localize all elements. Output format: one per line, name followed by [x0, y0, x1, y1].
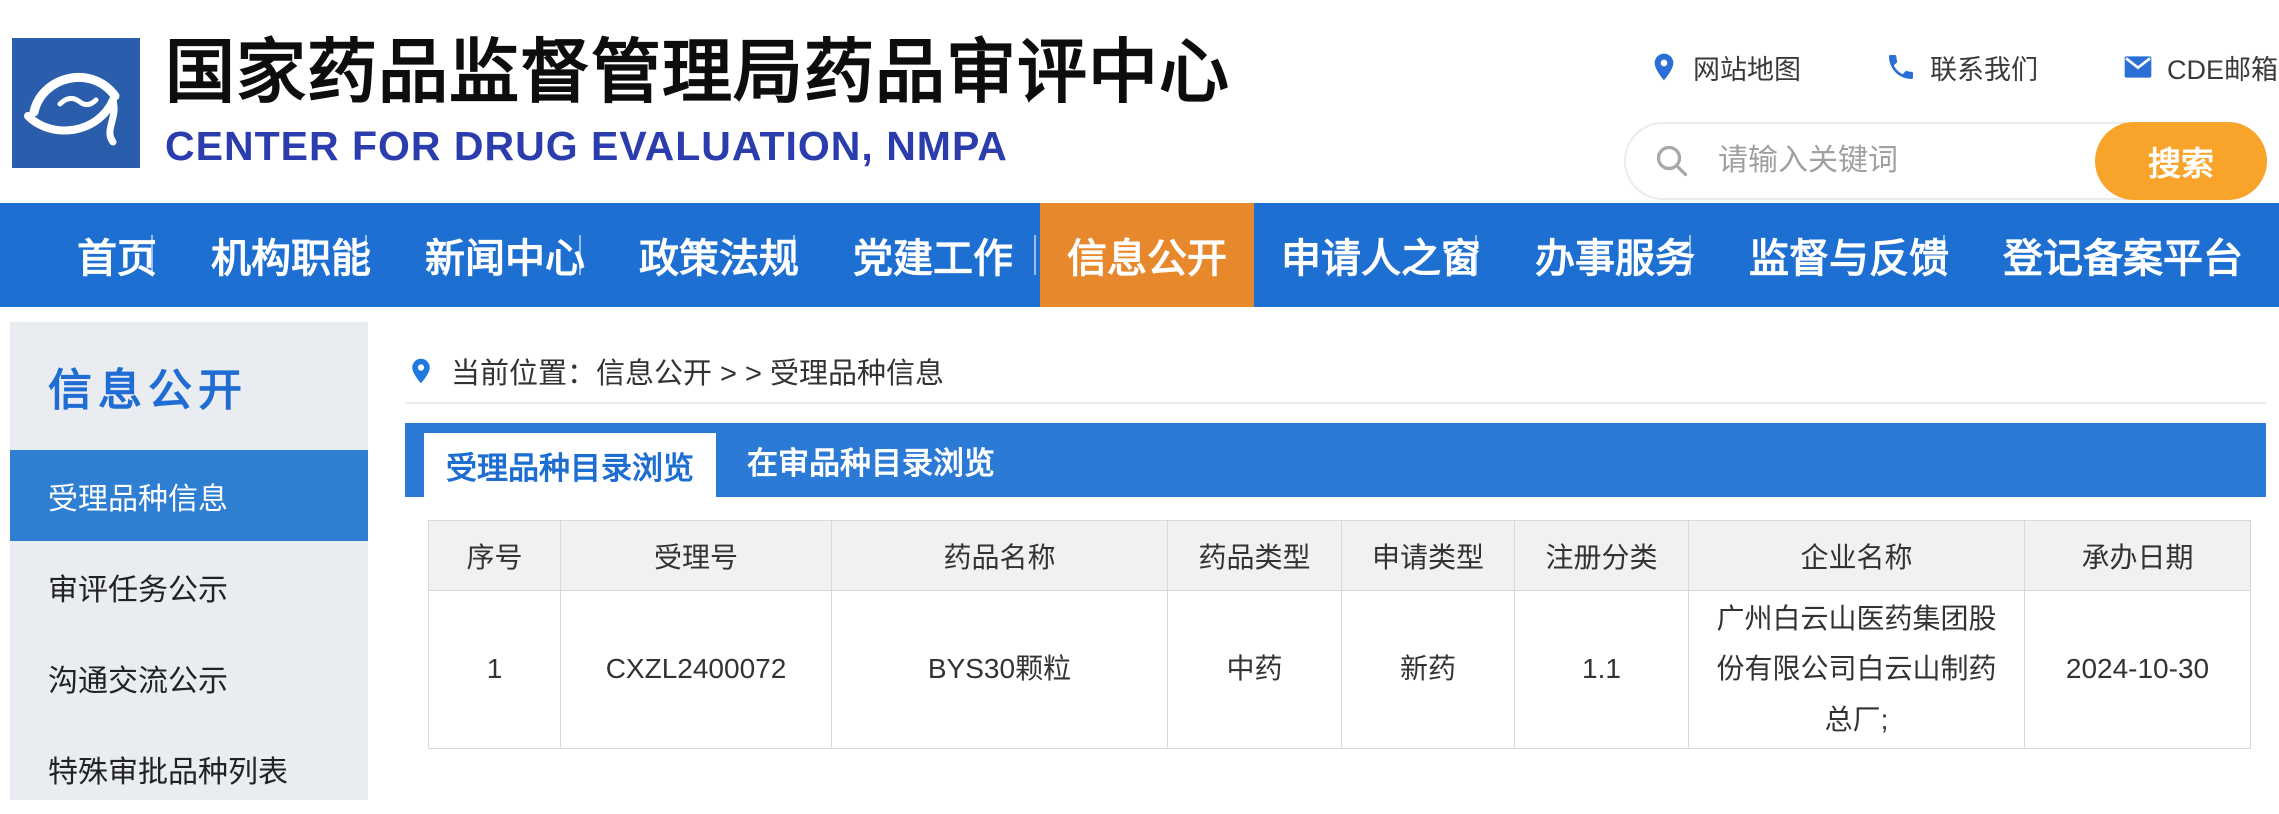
nav-item[interactable]: 监督与反馈: [1722, 203, 1976, 307]
table-header-cell: 药品名称: [832, 521, 1168, 591]
search-bar: 搜索: [1624, 122, 2267, 200]
nav-item-label: 首页: [77, 226, 157, 284]
table-header-cell: 序号: [429, 521, 561, 591]
sidebar-item[interactable]: 特殊审批品种列表: [10, 723, 368, 814]
table-cell: 中药: [1168, 591, 1342, 749]
table-body: 1CXZL2400072BYS30颗粒中药新药1.1广州白云山医药集团股份有限公…: [429, 591, 2251, 749]
phone-icon: [1885, 51, 1917, 83]
tab-accepted-catalog[interactable]: 受理品种目录浏览: [424, 433, 716, 497]
nav-item-label: 申请人之窗: [1281, 226, 1481, 284]
nav-item[interactable]: 信息公开: [1040, 203, 1254, 307]
mail-icon: [2122, 51, 2154, 83]
table-header-cell: 企业名称: [1689, 521, 2025, 591]
breadcrumb-pin-icon: [407, 353, 435, 389]
nav-item[interactable]: 党建工作: [826, 203, 1040, 307]
table-row: 1CXZL2400072BYS30颗粒中药新药1.1广州白云山医药集团股份有限公…: [429, 591, 2251, 749]
tab-under-review-catalog[interactable]: 在审品种目录浏览: [716, 423, 1026, 497]
site-title-english: CENTER FOR DRUG EVALUATION, NMPA: [165, 123, 1230, 170]
sidebar: 信息公开 受理品种信息 审评任务公示 沟通交流公示 特殊审批品种列表: [10, 322, 368, 800]
nav-item-label: 办事服务: [1535, 226, 1695, 284]
nav-item-label: 政策法规: [639, 226, 799, 284]
table-cell: 1.1: [1515, 591, 1689, 749]
site-title-block: 国家药品监督管理局药品审评中心 CENTER FOR DRUG EVALUATI…: [165, 34, 1230, 170]
table-cell: 新药: [1342, 591, 1515, 749]
nav-item-label: 党建工作: [853, 226, 1013, 284]
table-cell: CXZL2400072: [561, 591, 832, 749]
nav-item[interactable]: 首页: [50, 203, 184, 307]
sitemap-link-label: 网站地图: [1693, 48, 1801, 87]
nav-item-label: 信息公开: [1067, 226, 1227, 284]
breadcrumb-label[interactable]: 当前位置：信息公开 > > 受理品种信息: [451, 350, 944, 392]
table-header-cell: 承办日期: [2025, 521, 2251, 591]
nav-item[interactable]: 登记备案平台: [1976, 203, 2270, 307]
breadcrumb: 当前位置：信息公开 > > 受理品种信息: [407, 343, 944, 399]
sidebar-item-label: 受理品种信息: [48, 474, 228, 518]
results-table: 序号受理号药品名称药品类型申请类型注册分类企业名称承办日期 1CXZL24000…: [428, 520, 2251, 749]
sidebar-item[interactable]: 受理品种信息: [10, 450, 368, 541]
contact-link-label: 联系我们: [1930, 48, 2038, 87]
sitemap-link[interactable]: 网站地图: [1648, 48, 1801, 87]
sidebar-menu: 受理品种信息 审评任务公示 沟通交流公示 特殊审批品种列表: [10, 450, 368, 814]
search-button[interactable]: 搜索: [2095, 122, 2267, 200]
table-header-cell: 申请类型: [1342, 521, 1515, 591]
table-cell: 2024-10-30: [2025, 591, 2251, 749]
location-pin-icon: [1648, 51, 1680, 83]
nav-item[interactable]: 申请人之窗: [1254, 203, 1508, 307]
sidebar-item-label: 沟通交流公示: [48, 656, 228, 700]
sidebar-item-label: 审评任务公示: [48, 565, 228, 609]
cde-mail-link-label: CDE邮箱: [2167, 48, 2278, 87]
fish-logo-icon: [12, 38, 140, 168]
sidebar-item[interactable]: 沟通交流公示: [10, 632, 368, 723]
content-tabbar: 受理品种目录浏览 在审品种目录浏览: [405, 423, 2266, 497]
contact-link[interactable]: 联系我们: [1885, 48, 2038, 87]
breadcrumb-divider: [405, 402, 2266, 404]
nav-item-label: 机构职能: [211, 226, 371, 284]
table-cell: BYS30颗粒: [832, 591, 1168, 749]
cde-mail-link[interactable]: CDE邮箱: [2122, 48, 2278, 87]
table-header-cell: 注册分类: [1515, 521, 1689, 591]
header-quick-links: 网站地图 联系我们 CDE邮箱: [1648, 40, 2278, 94]
nav-item-label: 登记备案平台: [2003, 226, 2243, 284]
table-header-row: 序号受理号药品名称药品类型申请类型注册分类企业名称承办日期: [429, 521, 2251, 591]
nav-item-label: 监督与反馈: [1749, 226, 1949, 284]
sidebar-item[interactable]: 审评任务公示: [10, 541, 368, 632]
table-header-cell: 药品类型: [1168, 521, 1342, 591]
main-nav: 首页 机构职能 新闻中心 政策法规 党建工作 信息公开 申请人之窗 办事服务 监…: [0, 203, 2279, 307]
nav-item-label: 新闻中心: [425, 226, 585, 284]
table-cell: 1: [429, 591, 561, 749]
site-title-chinese: 国家药品监督管理局药品审评中心: [165, 34, 1230, 111]
table-cell: 广州白云山医药集团股份有限公司白云山制药总厂;: [1689, 591, 2025, 749]
sidebar-item-label: 特殊审批品种列表: [48, 747, 288, 791]
sidebar-title: 信息公开: [10, 322, 368, 450]
table-header-cell: 受理号: [561, 521, 832, 591]
cde-logo[interactable]: [12, 38, 140, 168]
